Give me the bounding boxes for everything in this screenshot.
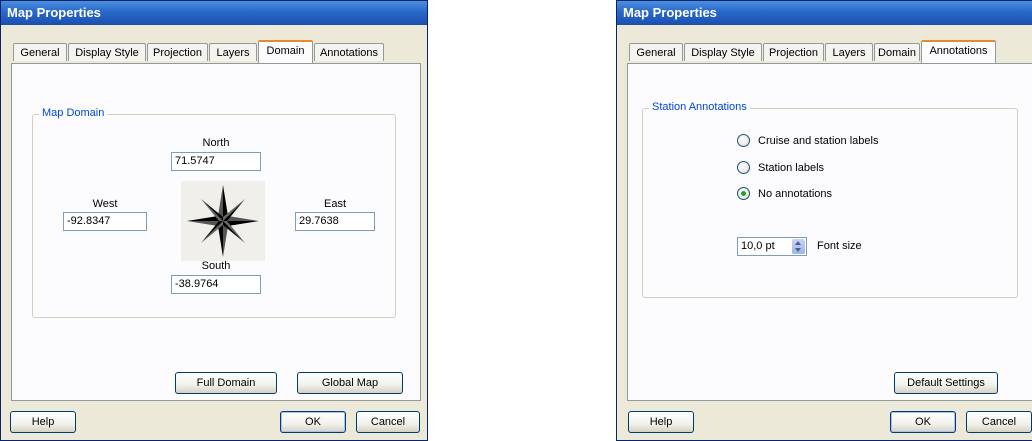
tab-panel: Map Domain North 71.5747 West -92.8347 E…: [11, 63, 421, 401]
font-size-label: Font size: [817, 240, 862, 252]
cancel-button[interactable]: Cancel: [966, 411, 1032, 433]
north-input[interactable]: 71.5747: [171, 152, 261, 171]
radio-selected-dot: [741, 191, 746, 196]
map-properties-dialog-annotations: Map Properties General Display Style Pro…: [616, 0, 1032, 441]
group-title: Map Domain: [39, 107, 108, 119]
radio-button[interactable]: [737, 134, 750, 147]
tab-projection[interactable]: Projection: [147, 43, 208, 61]
help-button[interactable]: Help: [10, 411, 76, 433]
compass-rose-icon: [181, 181, 265, 261]
radio-label: No annotations: [758, 188, 832, 200]
south-input[interactable]: -38.9764: [171, 275, 261, 294]
ok-button[interactable]: OK: [280, 411, 346, 433]
radio-label: Station labels: [758, 162, 825, 174]
tab-panel: Station Annotations Cruise and station l…: [627, 63, 1032, 401]
south-label: South: [201, 260, 231, 272]
dialog-title: Map Properties: [1, 1, 427, 25]
west-label: West: [92, 198, 118, 210]
tab-domain[interactable]: Domain: [874, 43, 920, 61]
north-label: North: [202, 137, 230, 149]
dialog-title: Map Properties: [617, 1, 1032, 25]
default-settings-button[interactable]: Default Settings: [894, 372, 998, 394]
tab-display-style[interactable]: Display Style: [68, 43, 146, 61]
tab-annotations[interactable]: Annotations: [921, 40, 996, 63]
full-domain-button[interactable]: Full Domain: [175, 372, 277, 394]
east-label: East: [323, 198, 346, 210]
tab-projection[interactable]: Projection: [763, 43, 824, 61]
tab-general[interactable]: General: [13, 43, 67, 61]
cancel-button[interactable]: Cancel: [356, 411, 420, 433]
global-map-button[interactable]: Global Map: [297, 372, 403, 394]
tab-general[interactable]: General: [629, 43, 683, 61]
east-input[interactable]: 29.7638: [295, 212, 375, 231]
radio-button[interactable]: [737, 161, 750, 174]
font-size-value[interactable]: 10,0 pt: [741, 239, 775, 254]
tab-annotations[interactable]: Annotations: [314, 43, 384, 61]
tab-domain[interactable]: Domain: [258, 40, 313, 63]
group-title: Station Annotations: [649, 101, 750, 113]
map-properties-dialog-domain: Map Properties General Display Style Pro…: [0, 0, 428, 441]
west-input[interactable]: -92.8347: [63, 212, 147, 231]
help-button[interactable]: Help: [628, 411, 694, 433]
resize-grip-icon[interactable]: ⋰: [417, 430, 425, 438]
ok-button[interactable]: OK: [890, 411, 956, 433]
spinner-arrows-icon[interactable]: [792, 239, 805, 254]
font-size-stepper[interactable]: 10,0 pt: [737, 237, 807, 256]
tab-layers[interactable]: Layers: [825, 43, 873, 61]
radio-button[interactable]: [737, 187, 750, 200]
tab-layers[interactable]: Layers: [209, 43, 257, 61]
tab-display-style[interactable]: Display Style: [684, 43, 762, 61]
radio-label: Cruise and station labels: [758, 135, 879, 147]
map-domain-group: Map Domain North 71.5747 West -92.8347 E…: [32, 107, 396, 318]
station-annotations-group: Station Annotations Cruise and station l…: [642, 101, 1018, 298]
